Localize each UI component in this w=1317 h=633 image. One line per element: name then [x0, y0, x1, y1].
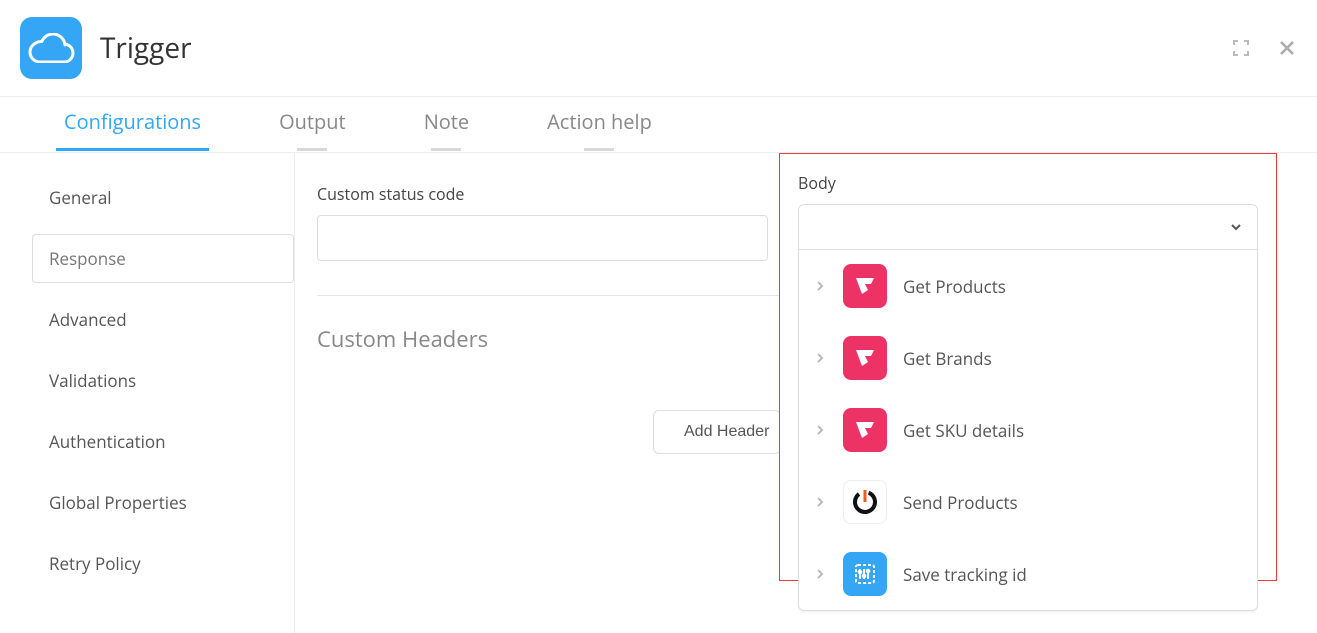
chevron-right-icon [815, 568, 827, 580]
close-icon[interactable] [1277, 38, 1297, 58]
dropdown-item-label: Save tracking id [903, 563, 1027, 586]
chevron-right-icon [815, 280, 827, 292]
sidebar: General Response Advanced Validations Au… [0, 153, 294, 633]
vtex-icon [843, 408, 887, 452]
dropdown-item-send-products[interactable]: Send Products [799, 466, 1257, 538]
dropdown-item-save-tracking-id[interactable]: Save tracking id [799, 538, 1257, 610]
tab-note[interactable]: Note [424, 108, 469, 152]
dropdown-item-get-brands[interactable]: Get Brands [799, 322, 1257, 394]
tab-output[interactable]: Output [279, 108, 346, 152]
chevron-right-icon [815, 496, 827, 508]
page-title: Trigger [100, 29, 192, 67]
header: Trigger [0, 0, 1317, 97]
dropdown-item-get-products[interactable]: Get Products [799, 250, 1257, 322]
sidebar-item-validations[interactable]: Validations [32, 356, 294, 405]
power-icon [843, 480, 887, 524]
tabs: Configurations Output Note Action help [0, 97, 1317, 153]
sidebar-item-general[interactable]: General [32, 173, 294, 222]
dropdown-item-label: Send Products [903, 491, 1018, 514]
tab-configurations[interactable]: Configurations [64, 108, 201, 152]
tracking-icon [843, 552, 887, 596]
vtex-icon [843, 336, 887, 380]
sidebar-item-authentication[interactable]: Authentication [32, 417, 294, 466]
cloud-icon [20, 17, 82, 79]
sidebar-item-retry-policy[interactable]: Retry Policy [32, 539, 294, 588]
chevron-right-icon [815, 424, 827, 436]
sidebar-item-advanced[interactable]: Advanced [32, 295, 294, 344]
dropdown-item-label: Get SKU details [903, 419, 1024, 442]
fullscreen-icon[interactable] [1231, 38, 1251, 58]
add-header-button[interactable]: Add Header [653, 410, 781, 454]
body-dropdown: Get Products Get Brands [798, 250, 1258, 611]
vtex-icon [843, 264, 887, 308]
custom-status-code-input[interactable] [317, 215, 768, 261]
chevron-down-icon [1229, 220, 1243, 234]
sidebar-item-response[interactable]: Response [32, 234, 294, 283]
tab-action-help[interactable]: Action help [547, 108, 652, 152]
dropdown-item-get-sku-details[interactable]: Get SKU details [799, 394, 1257, 466]
dropdown-item-label: Get Brands [903, 347, 992, 370]
chevron-right-icon [815, 352, 827, 364]
body-select[interactable] [798, 204, 1258, 250]
content: Custom status code Custom Headers Add He… [294, 153, 1317, 633]
dropdown-item-label: Get Products [903, 275, 1006, 298]
sidebar-item-global-properties[interactable]: Global Properties [32, 478, 294, 527]
divider [317, 295, 779, 296]
add-header-button-label: Add Header [684, 423, 769, 441]
body-panel: Body Get Products [779, 153, 1277, 581]
body-label: Body [798, 172, 1258, 194]
